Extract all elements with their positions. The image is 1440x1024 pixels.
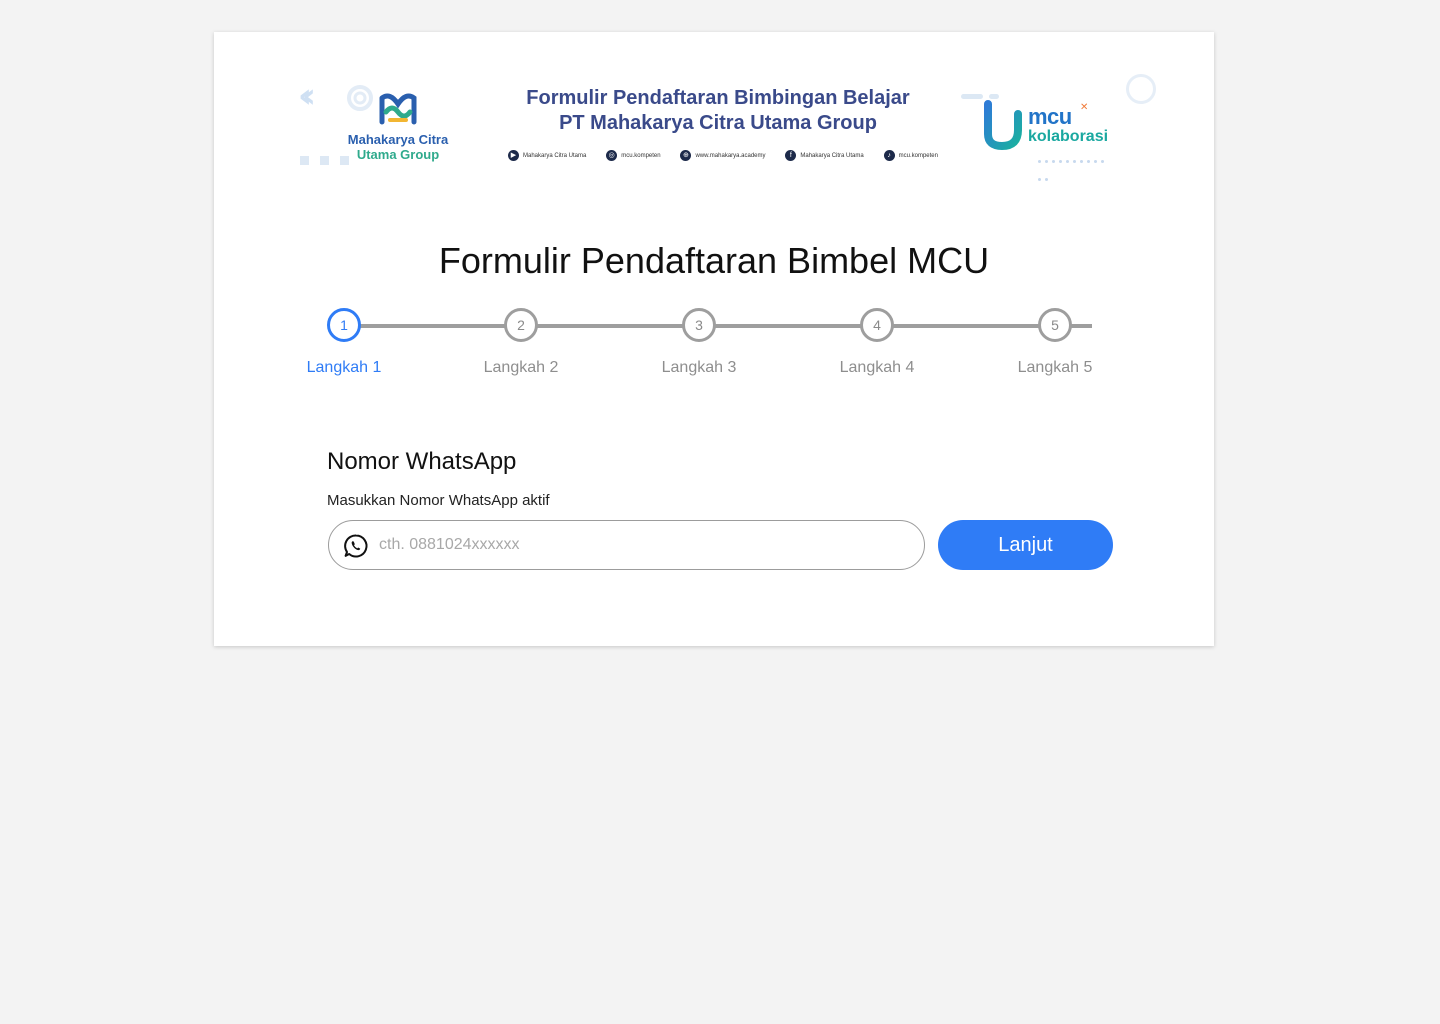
banner-title: Formulir Pendaftaran Bimbingan Belajar P…: [498, 86, 938, 136]
social-website: ⊕ www.mahakarya.academy: [680, 150, 766, 161]
instagram-icon: ◎: [606, 150, 618, 161]
chevrons-left-decoration-icon: ‹‹: [298, 76, 316, 116]
social-tiktok: ♪ mcu.kompeten: [883, 150, 938, 161]
tiktok-icon: ♪: [883, 150, 895, 161]
right-logo-line2: kolaborasi: [1028, 128, 1109, 145]
social-facebook: f Mahakarya Citra Utama: [785, 150, 864, 161]
step-1: 1 Langkah 1: [284, 308, 404, 377]
social-youtube: ▶ Mahakarya Citra Utama: [508, 150, 586, 161]
social-label: www.mahakarya.academy: [695, 152, 766, 159]
youtube-icon: ▶: [508, 150, 519, 161]
social-label: mcu.kompeten: [621, 152, 661, 159]
step-4: 4 Langkah 4: [817, 308, 937, 377]
social-label: Mahakarya Citra Utama: [523, 152, 587, 159]
facebook-icon: f: [785, 150, 797, 161]
dots-decoration-icon: [1038, 158, 1108, 194]
step-label: Langkah 3: [661, 359, 737, 376]
step-5: 5 Langkah 5: [995, 308, 1115, 377]
left-logo-line1: Mahakarya Citra: [347, 132, 449, 147]
mcu-kolaborasi-logo: mcu ✕ kolaborasi: [984, 100, 1114, 150]
continue-button[interactable]: Lanjut: [938, 520, 1113, 570]
header-banner: ‹‹ Mahakarya Citra Utama Group Formulir …: [298, 70, 1156, 220]
ring-decoration-icon: [1126, 74, 1156, 104]
step-number: 1: [327, 308, 361, 342]
mcu-kolaborasi-logo-icon: [984, 100, 1022, 150]
sparkle-icon: ✕: [1080, 102, 1089, 113]
mcu-group-logo: Mahakarya Citra Utama Group: [338, 90, 458, 162]
step-number: 3: [682, 308, 716, 342]
banner-title-line2: PT Mahakarya Citra Utama Group: [559, 112, 877, 134]
whatsapp-icon: [344, 534, 368, 558]
mcu-group-logo-icon: [379, 93, 417, 125]
whatsapp-number-input[interactable]: [379, 521, 899, 569]
whatsapp-input-wrapper[interactable]: [328, 520, 925, 570]
social-links: ▶ Mahakarya Citra Utama ◎ mcu.kompeten ⊕…: [508, 150, 938, 161]
step-label: Langkah 4: [839, 359, 915, 376]
page-title: Formulir Pendaftaran Bimbel MCU: [438, 240, 990, 281]
step-number: 2: [504, 308, 538, 342]
progress-stepper: 1 Langkah 1 2 Langkah 2 3 Langkah 3 4 La…: [307, 308, 1116, 388]
step-label: Langkah 2: [483, 359, 559, 376]
form-card: ‹‹ Mahakarya Citra Utama Group Formulir …: [214, 32, 1214, 646]
step-2: 2 Langkah 2: [461, 308, 581, 377]
step-label: Langkah 5: [1017, 359, 1093, 376]
step-number: 5: [1038, 308, 1072, 342]
globe-icon: ⊕: [680, 150, 692, 161]
step-3: 3 Langkah 3: [639, 308, 759, 377]
step-label: Langkah 1: [306, 359, 382, 376]
step-number: 4: [860, 308, 894, 342]
social-instagram: ◎ mcu.kompeten: [606, 150, 661, 161]
left-logo-line2: Utama Group: [356, 147, 440, 162]
social-label: Mahakarya Citra Utama: [800, 152, 864, 159]
banner-title-line1: Formulir Pendaftaran Bimbingan Belajar: [526, 87, 910, 109]
section-title: Nomor WhatsApp: [327, 448, 517, 475]
section-subtitle: Masukkan Nomor WhatsApp aktif: [327, 492, 550, 509]
right-logo-line1: mcu: [1028, 104, 1072, 129]
social-label: mcu.kompeten: [898, 152, 938, 159]
